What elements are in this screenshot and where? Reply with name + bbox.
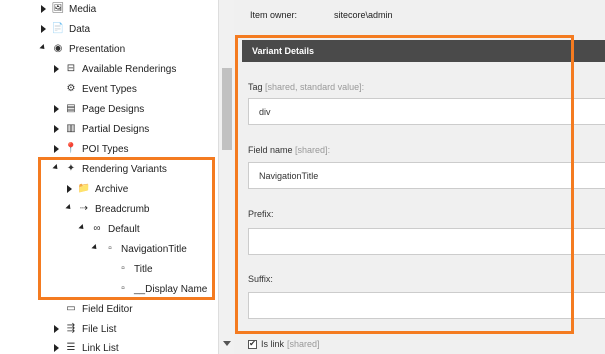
tree-node[interactable]: ▫ NavigationTitle — [90, 241, 187, 257]
collapse-arrow-icon[interactable] — [38, 44, 48, 54]
tree-node-label: __Display Name — [134, 283, 208, 295]
data-folder-icon: 📄 — [51, 23, 65, 34]
tree-node-label: Archive — [95, 183, 129, 195]
collapse-arrow-icon[interactable] — [64, 204, 74, 214]
tree-node-label: Link List — [82, 342, 119, 354]
content-tree: 🖼 Media 📄 Data ◉ Presentation ⊟ Available Rende… — [0, 0, 218, 354]
item-owner-label: Item owner: — [250, 10, 298, 20]
expand-arrow-icon[interactable] — [64, 184, 74, 194]
page-designs-icon: ▤ — [66, 103, 76, 114]
tree-node-label: Media — [69, 3, 97, 15]
variant-details-header[interactable]: Variant Details — [242, 40, 605, 62]
event-types-icon: ⚙ — [66, 83, 76, 94]
tree-node[interactable]: 📄 Data — [38, 21, 90, 37]
tree-node-label: Presentation — [69, 43, 126, 55]
expand-arrow-icon[interactable] — [51, 64, 61, 74]
collapse-arrow-icon[interactable] — [51, 164, 61, 174]
expand-arrow-icon[interactable] — [51, 324, 61, 334]
tag-field-label: Tag [shared, standard value]: — [248, 82, 365, 92]
prefix-input[interactable] — [248, 228, 605, 255]
tree-node-label: Data — [69, 23, 91, 35]
tree-node-label: Partial Designs — [82, 123, 150, 135]
file-list-icon: ⇶ — [66, 323, 76, 334]
tree-node-label: File List — [82, 323, 117, 335]
tree-node[interactable]: ✦ Rendering Variants — [51, 161, 167, 177]
presentation-icon: ◉ — [53, 43, 63, 54]
is-link-checkbox[interactable]: ✔ — [248, 339, 257, 349]
tree-node-label: Page Designs — [82, 103, 145, 115]
suffix-label: Suffix: — [248, 274, 273, 284]
is-link-meta: [shared] — [287, 339, 320, 349]
item-owner-row: Item owner: sitecore\admin — [250, 10, 393, 20]
tree-node-label: NavigationTitle — [121, 243, 187, 255]
expand-arrow-icon[interactable] — [38, 24, 48, 34]
field-icon: ▫ — [121, 283, 125, 294]
tree-scrollbar[interactable] — [218, 0, 234, 354]
tree-node-label: Title — [134, 263, 153, 275]
tree-node[interactable]: ▭ Field Editor — [51, 301, 133, 317]
tree-node-label: Default — [108, 223, 140, 235]
renderings-icon: ⊟ — [66, 63, 76, 74]
tree-node[interactable]: 📁 Archive — [64, 181, 129, 197]
expand-arrow-icon[interactable] — [38, 4, 48, 14]
tree-node[interactable]: ▫ __Display Name — [103, 281, 207, 297]
tree-node[interactable]: 🖼 Media — [38, 1, 97, 17]
tree-node[interactable]: ⚙ Event Types — [51, 81, 137, 97]
field-name-label: Field name [shared]: — [248, 145, 331, 155]
field-icon: ▫ — [108, 243, 112, 254]
poi-types-icon: 📍 — [64, 143, 78, 154]
expand-arrow-icon[interactable] — [51, 104, 61, 114]
tree-node[interactable]: ▫ Title — [103, 261, 153, 277]
tree-node[interactable]: ∞ Default — [77, 221, 140, 237]
tree-node-label: Rendering Variants — [82, 163, 167, 175]
media-icon: 🖼 — [51, 3, 65, 14]
tree-node[interactable]: ▤ Page Designs — [51, 101, 144, 117]
tag-input[interactable] — [248, 98, 605, 125]
suffix-input[interactable] — [248, 292, 605, 319]
tree-node[interactable]: ⊟ Available Renderings — [51, 61, 177, 77]
tree-node-label: Field Editor — [82, 303, 133, 315]
field-icon: ▫ — [121, 263, 125, 274]
field-name-input[interactable] — [248, 162, 605, 189]
is-link-row: ✔ Is link [shared] — [248, 339, 320, 349]
tree-node-label: Available Renderings — [82, 63, 177, 75]
item-owner-value: sitecore\admin — [334, 10, 393, 20]
tree-node[interactable]: ◉ Presentation — [38, 41, 126, 57]
partial-designs-icon: ▥ — [66, 123, 76, 134]
tree-node[interactable]: 📍 POI Types — [51, 141, 129, 157]
scrollbar-thumb[interactable] — [222, 68, 232, 150]
tree-node[interactable]: ☰ Link List — [51, 340, 119, 354]
is-link-label: Is link — [261, 339, 285, 349]
scroll-down-arrow-icon[interactable] — [223, 341, 231, 346]
breadcrumb-icon: ⇢ — [79, 203, 89, 214]
tree-node-label: Event Types — [82, 83, 137, 95]
prefix-label: Prefix: — [248, 209, 274, 219]
field-editor-icon: ▭ — [66, 303, 76, 314]
rendering-variants-icon: ✦ — [66, 163, 76, 174]
tree-node[interactable]: ⇢ Breadcrumb — [64, 201, 150, 217]
link-list-icon: ☰ — [66, 342, 76, 353]
item-editor-pane: Item owner: sitecore\admin Variant Detai… — [234, 0, 605, 354]
expand-arrow-icon[interactable] — [51, 343, 61, 353]
tree-node[interactable]: ▥ Partial Designs — [51, 121, 149, 137]
tree-node-label: POI Types — [82, 143, 129, 155]
tree-node[interactable]: ⇶ File List — [51, 321, 117, 337]
archive-folder-icon: 📁 — [77, 183, 91, 194]
collapse-arrow-icon[interactable] — [77, 224, 87, 234]
variant-default-icon: ∞ — [93, 223, 101, 234]
tree-node-label: Breadcrumb — [95, 203, 150, 215]
expand-arrow-icon[interactable] — [51, 124, 61, 134]
expand-arrow-icon[interactable] — [51, 144, 61, 154]
variant-details-section: Tag [shared, standard value]: Field name… — [242, 62, 605, 354]
collapse-arrow-icon[interactable] — [90, 244, 100, 254]
